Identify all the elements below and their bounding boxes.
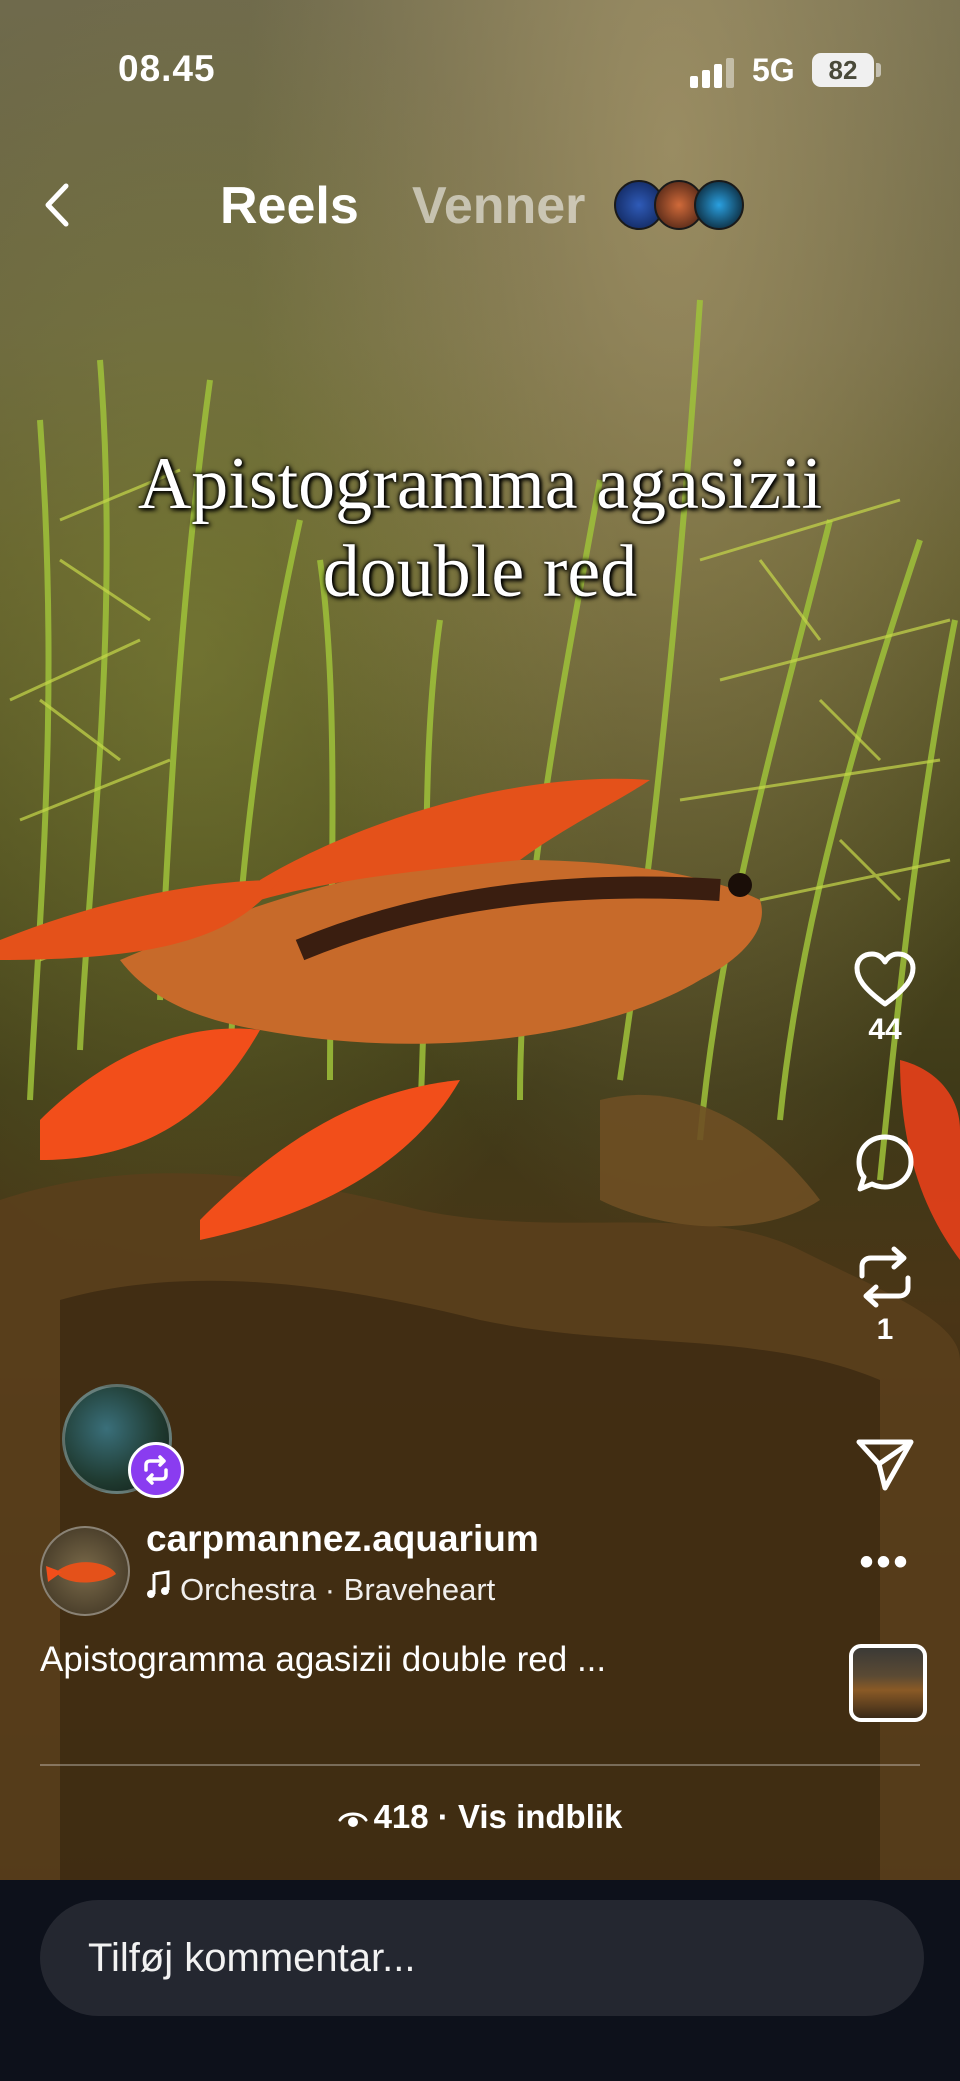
eye-icon: [338, 1812, 368, 1827]
status-time: 08.45: [118, 48, 216, 89]
battery-tip: [876, 63, 881, 77]
like-action[interactable]: 44: [845, 950, 925, 1047]
music-label: Orchestra · Braveheart: [180, 1572, 496, 1607]
post-caption[interactable]: Apistogramma agasizii double red ...: [40, 1640, 606, 1680]
divider: [40, 1764, 920, 1766]
status-bar: 08.45 5G 82: [0, 0, 960, 140]
video-overlay-title: Apistogramma agasizii double red: [60, 440, 900, 616]
battery-indicator: 82: [812, 53, 874, 87]
repost-action[interactable]: 1: [845, 1246, 925, 1347]
comment-bar: Tilføj kommentar...: [0, 1880, 960, 2081]
share-action[interactable]: [845, 1436, 925, 1497]
author-avatar[interactable]: [40, 1526, 130, 1616]
like-icon[interactable]: [853, 950, 917, 1008]
repost-icon[interactable]: [854, 1246, 916, 1308]
music-note-icon: [147, 1570, 170, 1598]
more-action[interactable]: •••: [845, 1542, 925, 1582]
comment-input[interactable]: Tilføj kommentar...: [40, 1900, 924, 2016]
repost-badge: [128, 1442, 184, 1498]
tab-reels[interactable]: Reels: [220, 176, 359, 236]
author-username[interactable]: carpmannez.aquarium: [146, 1518, 539, 1560]
comment-placeholder: Tilføj kommentar...: [88, 1936, 416, 1980]
signal-icon: [690, 58, 734, 88]
comment-action[interactable]: [845, 1132, 925, 1199]
audio-thumbnail[interactable]: [849, 1644, 927, 1722]
network-label: 5G: [752, 52, 795, 88]
like-count: 44: [868, 1013, 902, 1046]
video-overlay-text: Apistogramma agasizii double red: [137, 443, 823, 613]
repost-count: 1: [876, 1313, 894, 1346]
tab-friends[interactable]: Venner: [412, 176, 585, 236]
view-count: 418: [373, 1798, 429, 1835]
friend-avatar: [694, 180, 744, 230]
insights-link[interactable]: Vis indblik: [458, 1798, 622, 1835]
views-insights[interactable]: 418 · Vis indblik: [0, 1798, 960, 1836]
repost-badge-icon: [144, 1455, 168, 1485]
back-icon[interactable]: [38, 180, 78, 230]
reels-screen: 08.45 5G 82 Reels Venner Apistogramma ag…: [0, 0, 960, 2081]
music-info[interactable]: Orchestra · Braveheart: [146, 1570, 495, 1608]
more-icon[interactable]: •••: [845, 1542, 925, 1582]
friend-avatars[interactable]: [614, 180, 744, 230]
share-icon[interactable]: [855, 1436, 915, 1492]
comment-icon[interactable]: [854, 1132, 916, 1194]
views-separator: ·: [428, 1798, 458, 1835]
fish-avatar-image: [46, 1562, 116, 1583]
